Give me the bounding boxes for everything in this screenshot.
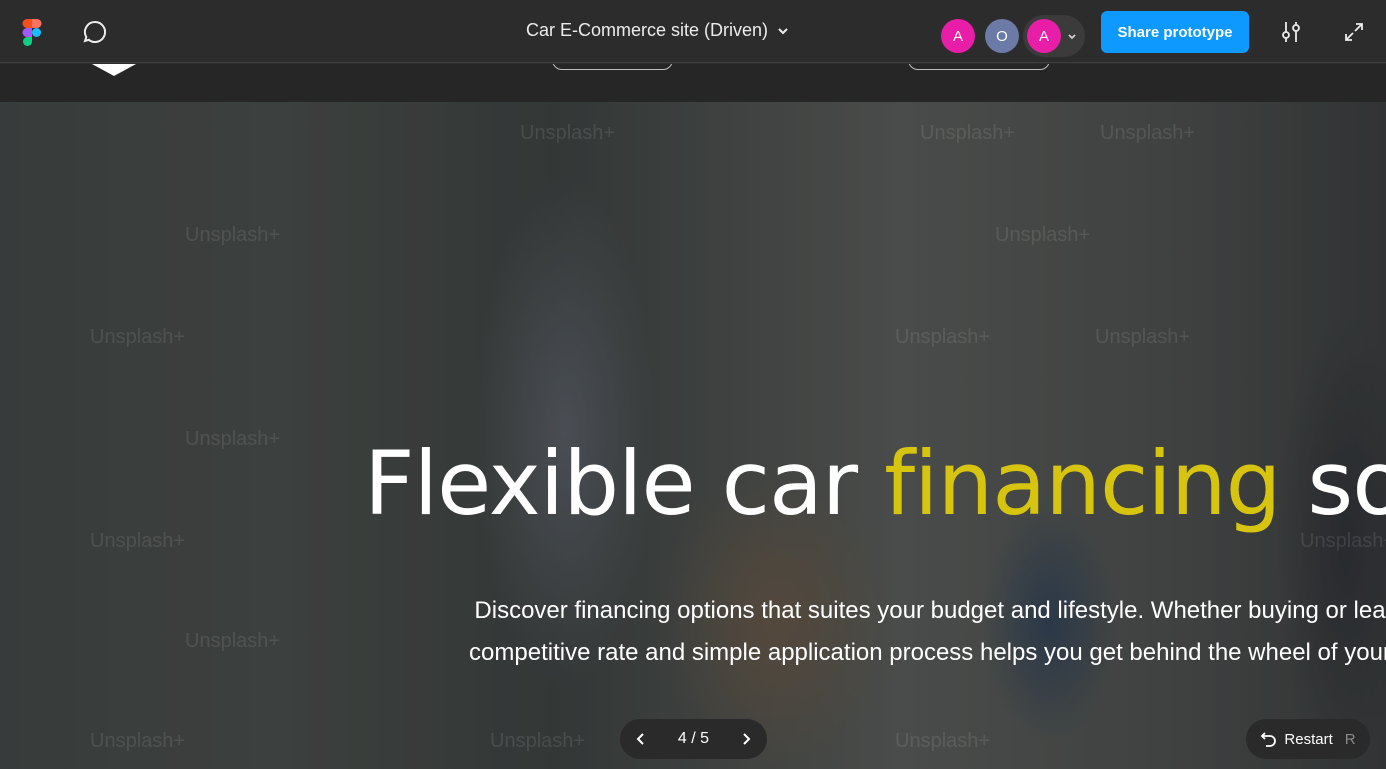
- watermark: Unsplash+: [185, 630, 281, 652]
- watermark: Unsplash+: [1095, 326, 1191, 348]
- restart-shortcut: R: [1344, 730, 1356, 748]
- watermark: Unsplash+: [185, 224, 281, 246]
- hero-title-text: Flexible car: [364, 432, 885, 535]
- watermark: Unsplash+: [995, 224, 1091, 246]
- hero-section: Unsplash+ Unsplash+ Unsplash+ Unsplash+ …: [0, 102, 1386, 769]
- avatar: A: [1027, 19, 1061, 53]
- site-header: [0, 64, 1386, 102]
- page-indicator: 4 / 5: [677, 730, 710, 747]
- chevron-left-icon[interactable]: [634, 732, 648, 746]
- comment-icon[interactable]: [82, 19, 108, 45]
- restart-icon: [1261, 732, 1277, 747]
- hero-description: Discover financing options that suites y…: [380, 590, 1386, 674]
- current-user-menu[interactable]: A: [1023, 15, 1085, 57]
- hero-title-text: solu: [1307, 432, 1386, 535]
- hero-description-line: Discover financing options that suites y…: [474, 597, 1386, 624]
- watermark: Unsplash+: [895, 326, 991, 348]
- avatar[interactable]: A: [941, 19, 975, 53]
- share-prototype-button[interactable]: Share prototype: [1101, 11, 1249, 53]
- expand-icon[interactable]: [1343, 21, 1365, 43]
- restart-button[interactable]: Restart R: [1246, 719, 1370, 759]
- frame-pager: 4 / 5: [620, 719, 767, 759]
- nav-button[interactable]: [552, 64, 673, 70]
- watermark: Unsplash+: [920, 122, 1016, 144]
- watermark: Unsplash+: [90, 730, 186, 752]
- chevron-down-icon: [1068, 34, 1076, 40]
- watermark: Unsplash+: [90, 326, 186, 348]
- restart-label: Restart: [1284, 730, 1333, 748]
- figma-logo-icon[interactable]: [22, 19, 42, 46]
- prototype-toolbar: Car E-Commerce site (Driven) A O A Share…: [0, 0, 1386, 63]
- hero-title-highlight: financing: [884, 432, 1281, 535]
- watermark: Unsplash+: [490, 730, 586, 752]
- prototype-frame: Unsplash+ Unsplash+ Unsplash+ Unsplash+ …: [0, 64, 1386, 769]
- nav-search-field[interactable]: [908, 64, 1050, 70]
- watermark: Unsplash+: [90, 530, 186, 552]
- watermark: Unsplash+: [1100, 122, 1196, 144]
- file-title-menu[interactable]: Car E-Commerce site (Driven): [526, 20, 790, 41]
- collaborator-avatars: A O A: [941, 15, 1085, 57]
- chevron-down-icon: [778, 27, 788, 34]
- site-logo-icon[interactable]: [92, 64, 136, 76]
- settings-sliders-icon[interactable]: [1279, 20, 1303, 44]
- watermark: Unsplash+: [185, 428, 281, 450]
- file-title-label: Car E-Commerce site (Driven): [526, 20, 769, 40]
- watermark: Unsplash+: [895, 730, 991, 752]
- avatar[interactable]: O: [985, 19, 1019, 53]
- hero-description-line: competitive rate and simple application …: [469, 639, 1386, 666]
- chevron-right-icon[interactable]: [739, 732, 753, 746]
- hero-title: Flexible car financing solu: [364, 432, 1386, 535]
- watermark: Unsplash+: [520, 122, 616, 144]
